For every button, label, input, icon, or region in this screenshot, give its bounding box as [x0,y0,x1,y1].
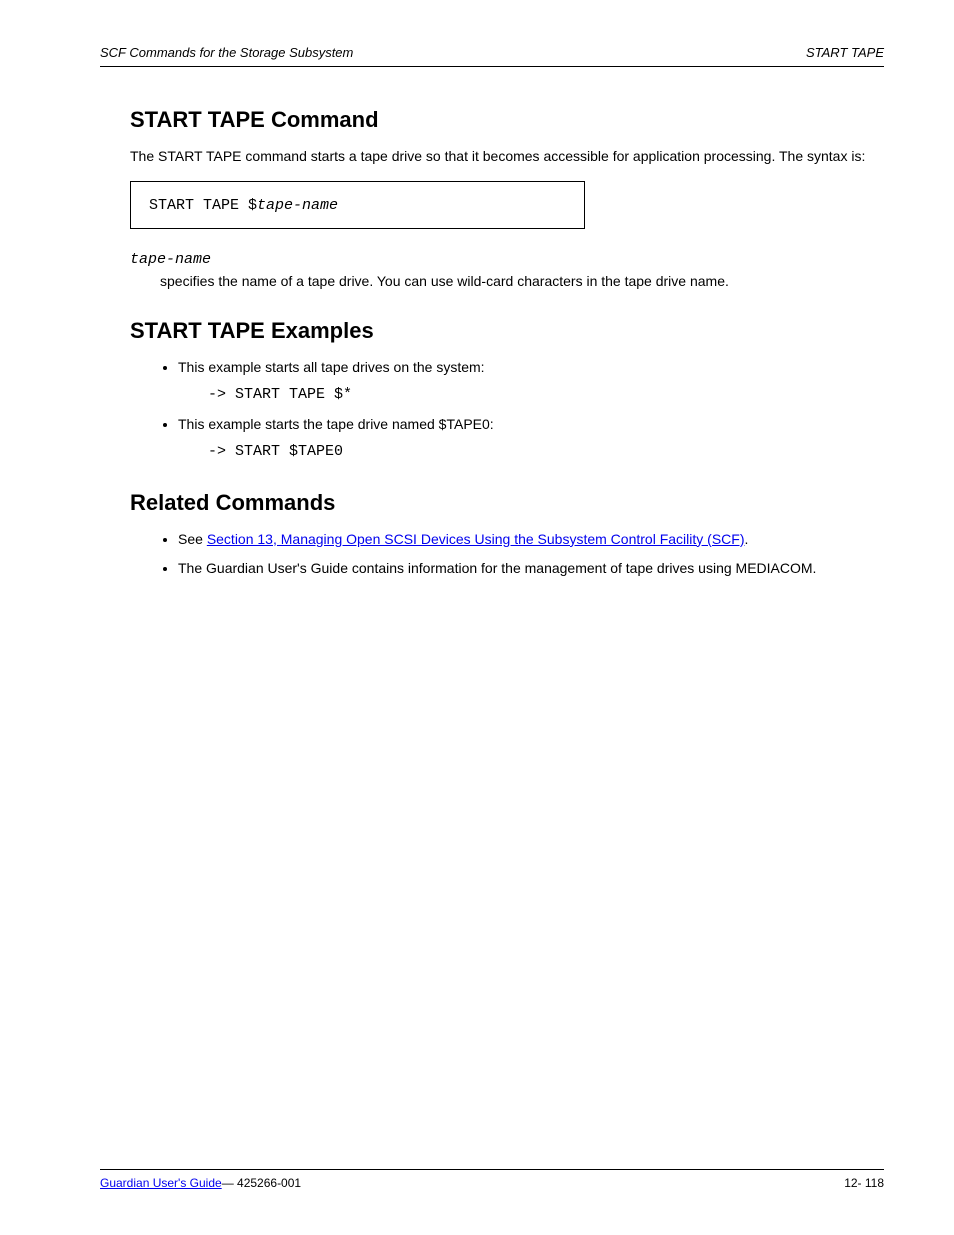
section-title-related: Related Commands [130,490,884,516]
examples-list: This example starts all tape drives on t… [130,358,884,461]
section-title-examples: START TAPE Examples [130,318,884,344]
page-content: START TAPE Command The START TAPE comman… [130,107,884,579]
related-suffix: . [744,531,748,547]
related-list: See Section 13, Managing Open SCSI Devic… [130,530,884,579]
list-item: This example starts the tape drive named… [178,415,884,462]
footer-doc-title: Guardian User's Guide— 425266-001 [100,1176,301,1190]
parameter-definition: specifies the name of a tape drive. You … [160,272,884,291]
section-title-command: START TAPE Command [130,107,884,133]
document-page: SCF Commands for the Storage Subsystem S… [0,0,954,1235]
list-item: See Section 13, Managing Open SCSI Devic… [178,530,884,550]
example-text: This example starts the tape drive named… [178,416,494,432]
header-section-name: SCF Commands for the Storage Subsystem [100,45,353,60]
example-text: This example starts all tape drives on t… [178,359,485,375]
example-command: -> START TAPE $* [208,384,884,405]
related-text: The Guardian User's Guide contains infor… [178,560,816,576]
list-item: The Guardian User's Guide contains infor… [178,559,884,579]
page-footer: Guardian User's Guide— 425266-001 12- 11… [100,1169,884,1190]
parameter-name: tape-name [130,251,884,268]
related-prefix: See [178,531,207,547]
header-topic: START TAPE [806,45,884,60]
syntax-text: START TAPE $tape-name [149,197,338,214]
footer-title-link[interactable]: Guardian User's Guide [100,1176,222,1190]
page-header: SCF Commands for the Storage Subsystem S… [100,45,884,67]
command-intro: The START TAPE command starts a tape dri… [130,147,884,167]
cross-reference-link[interactable]: Section 13, Managing Open SCSI Devices U… [207,531,745,547]
list-item: This example starts all tape drives on t… [178,358,884,405]
footer-page-number: 12- 118 [844,1176,884,1190]
syntax-box: START TAPE $tape-name [130,181,585,229]
footer-doc-id: — 425266-001 [222,1176,301,1190]
example-command: -> START $TAPE0 [208,441,884,462]
